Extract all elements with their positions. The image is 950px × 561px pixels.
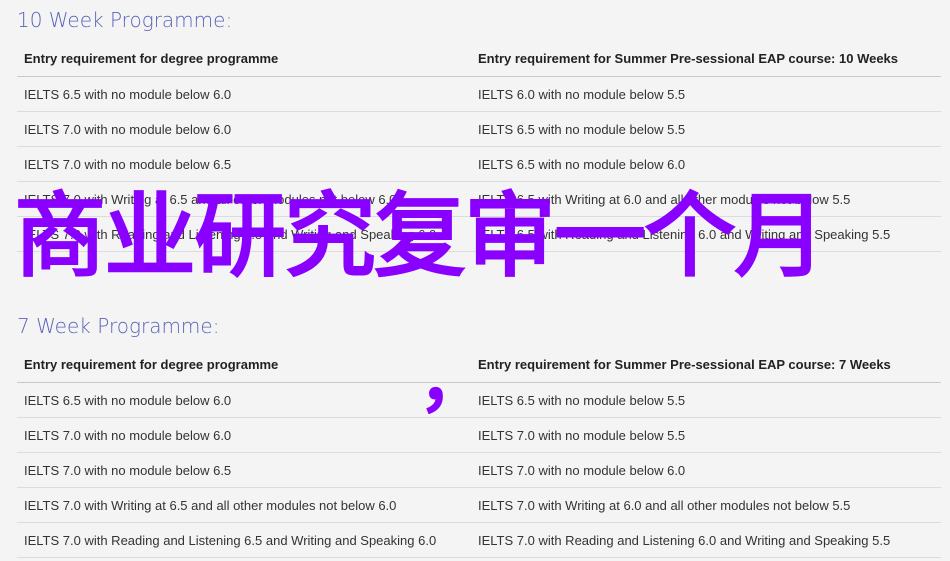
requirements-table: Entry requirement for degree programme E… (17, 41, 941, 252)
cell-degree: IELTS 7.0 with no module below 6.5 (17, 146, 471, 182)
cell-degree: IELTS 7.0 with no module below 6.0 (17, 111, 471, 147)
cell-eap: IELTS 7.0 with Reading and Listening 6.0… (471, 522, 941, 558)
table-row: IELTS 7.0 with no module below 6.0 IELTS… (17, 111, 941, 147)
table-row: IELTS 6.5 with no module below 6.0 IELTS… (17, 76, 941, 112)
section-title: 10 Week Programme: (17, 8, 233, 32)
cell-eap: IELTS 6.5 with Reading and Listening 6.0… (471, 216, 941, 252)
cell-eap: IELTS 7.0 with no module below 6.0 (471, 452, 941, 488)
cell-eap: IELTS 6.5 with no module below 5.5 (471, 382, 941, 418)
table-row: IELTS 7.0 with no module below 6.0 IELTS… (17, 417, 941, 453)
section-7-week: 7 Week Programme: Entry requirement for … (17, 312, 941, 558)
header-degree: Entry requirement for degree programme (17, 347, 471, 383)
table-row: IELTS 7.0 with Writing at 6.5 and all ot… (17, 181, 941, 217)
cell-eap: IELTS 6.5 with Writing at 6.0 and all ot… (471, 181, 941, 217)
header-eap: Entry requirement for Summer Pre-session… (471, 41, 941, 77)
cell-degree: IELTS 7.0 with no module below 6.0 (17, 417, 471, 453)
table-row: IELTS 7.0 with Reading and Listening 6.5… (17, 522, 941, 558)
table-row: IELTS 7.0 with Reading and Listening 6.5… (17, 216, 941, 252)
table-row: IELTS 6.5 with no module below 6.0 IELTS… (17, 382, 941, 418)
section-title: 7 Week Programme: (17, 314, 220, 338)
cell-degree: IELTS 7.0 with no module below 6.5 (17, 452, 471, 488)
cell-degree: IELTS 6.5 with no module below 6.0 (17, 382, 471, 418)
cell-eap: IELTS 7.0 with Writing at 6.0 and all ot… (471, 487, 941, 523)
table-row: IELTS 7.0 with Writing at 6.5 and all ot… (17, 487, 941, 523)
cell-degree: IELTS 7.0 with Reading and Listening 6.5… (17, 522, 471, 558)
cell-degree: IELTS 7.0 with Writing at 6.5 and all ot… (17, 487, 471, 523)
cell-eap: IELTS 6.5 with no module below 6.0 (471, 146, 941, 182)
header-eap: Entry requirement for Summer Pre-session… (471, 347, 941, 383)
table-row: IELTS 7.0 with no module below 6.5 IELTS… (17, 452, 941, 488)
cell-eap: IELTS 6.5 with no module below 5.5 (471, 111, 941, 147)
section-10-week: 10 Week Programme: Entry requirement for… (17, 6, 941, 252)
cell-eap: IELTS 6.0 with no module below 5.5 (471, 76, 941, 112)
table-row: IELTS 7.0 with no module below 6.5 IELTS… (17, 146, 941, 182)
header-degree: Entry requirement for degree programme (17, 41, 471, 77)
cell-degree: IELTS 6.5 with no module below 6.0 (17, 76, 471, 112)
cell-degree: IELTS 7.0 with Writing at 6.5 and all ot… (17, 181, 471, 217)
table-header-row: Entry requirement for degree programme E… (17, 41, 941, 77)
cell-eap: IELTS 7.0 with no module below 5.5 (471, 417, 941, 453)
table-header-row: Entry requirement for degree programme E… (17, 347, 941, 383)
cell-degree: IELTS 7.0 with Reading and Listening 6.5… (17, 216, 471, 252)
requirements-table: Entry requirement for degree programme E… (17, 347, 941, 558)
